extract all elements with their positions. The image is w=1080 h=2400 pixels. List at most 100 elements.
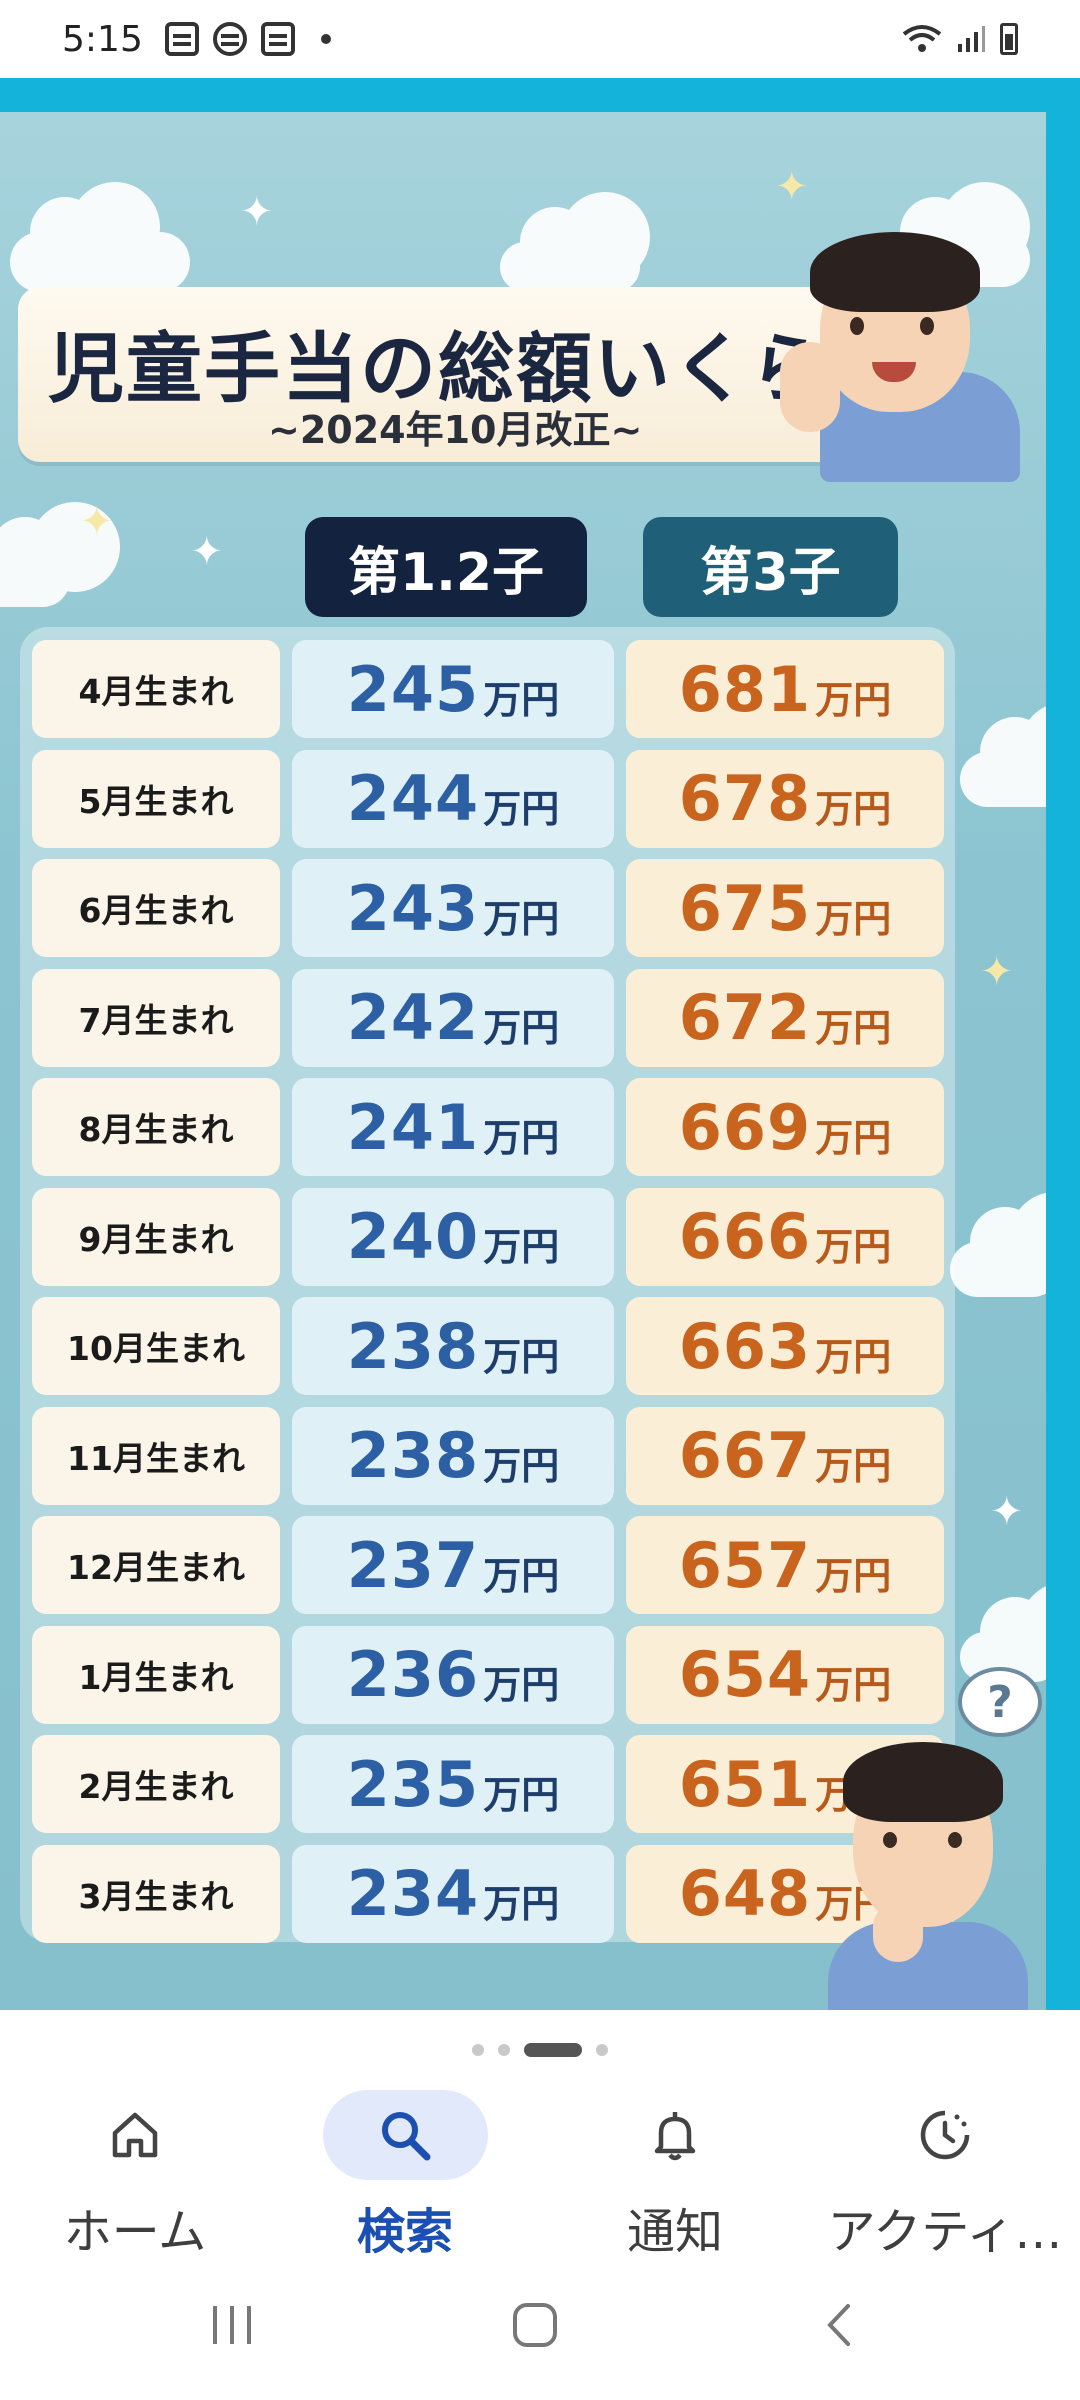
month-cell: 11月生まれ [32, 1406, 280, 1505]
third-child-amount: 667 [678, 1419, 812, 1492]
third-child-cell: 678 万円 [626, 749, 944, 848]
month-label: 11月生まれ [67, 1438, 245, 1478]
month-cell: 4月生まれ [32, 640, 280, 738]
poster-subtitle: ~2024年10月改正~ [268, 408, 643, 452]
nav-home[interactable]: ホーム [0, 2090, 270, 2270]
first-second-child-cell: 238 万円 [292, 1406, 614, 1505]
first-second-child-amount: 238 [346, 1309, 480, 1383]
table-row: 11月生まれ 238 万円 667 万円 [32, 1406, 944, 1505]
table-row: 7月生まれ 242 万円 672 万円 [32, 968, 944, 1067]
more-notifications-icon [320, 34, 331, 44]
third-child-amount: 651 [678, 1747, 812, 1821]
amount-unit: 万円 [815, 1115, 892, 1160]
pager-dot [472, 2044, 484, 2056]
month-cell: 8月生まれ [32, 1078, 280, 1176]
home-icon [112, 2112, 158, 2158]
nav-activity-label: アクティ… [827, 2204, 1063, 2260]
recent-apps-button[interactable] [192, 2290, 272, 2360]
cloud-decoration [0, 502, 120, 607]
month-label: 6月生まれ [78, 891, 234, 930]
cloud-decoration [960, 702, 1046, 807]
month-cell: 3月生まれ [32, 1844, 280, 1943]
third-child-amount: 666 [678, 1200, 812, 1273]
third-child-amount: 669 [678, 1090, 812, 1164]
month-label: 1月生まれ [78, 1657, 234, 1697]
sparkle-icon: ✦ [980, 949, 1014, 995]
search-icon [382, 2112, 431, 2161]
first-second-child-amount: 245 [346, 652, 480, 726]
bottom-navigation: ホーム 検索 通知 アクティ… [0, 2090, 1080, 2270]
pager-dot [596, 2044, 608, 2056]
allowance-poster[interactable]: ✦ ✦ ✦ ✦ ✦ ✦ 児童手当の総額いくら ~2024年10月改正~ 第1.2… [0, 112, 1046, 2010]
third-child-amount: 672 [678, 981, 812, 1054]
month-cell: 9月生まれ [32, 1187, 280, 1286]
first-second-child-amount: 235 [346, 1747, 480, 1821]
amount-unit: 万円 [483, 1006, 560, 1050]
third-child-amount: 654 [678, 1638, 812, 1711]
month-label: 2月生まれ [78, 1767, 234, 1806]
first-second-child-cell: 236 万円 [292, 1625, 614, 1724]
third-child-amount: 681 [678, 652, 812, 726]
first-second-child-cell: 241 万円 [292, 1078, 614, 1176]
first-second-child-cell: 245 万円 [292, 640, 614, 738]
month-cell: 1月生まれ [32, 1625, 280, 1724]
home-button[interactable] [495, 2290, 575, 2360]
cloud-decoration [10, 182, 190, 292]
back-button[interactable] [800, 2290, 880, 2360]
third-child-cell: 681 万円 [626, 640, 944, 738]
system-navigation-bar [0, 2270, 1080, 2400]
pager-dot [498, 2044, 510, 2056]
first-second-child-amount: 242 [346, 981, 480, 1054]
first-second-child-cell: 244 万円 [292, 749, 614, 848]
third-child-cell: 663 万円 [626, 1297, 944, 1395]
month-label: 8月生まれ [78, 1110, 234, 1149]
first-second-child-amount: 241 [346, 1090, 480, 1164]
table-row: 4月生まれ 245 万円 681 万円 [32, 640, 944, 738]
activity-icon [920, 2110, 970, 2160]
nav-home-label: ホーム [63, 2204, 207, 2260]
image-pager[interactable] [0, 2010, 1080, 2090]
amount-unit: 万円 [483, 1882, 560, 1926]
table-row: 10月生まれ 238 万円 663 万円 [32, 1297, 944, 1395]
month-label: 10月生まれ [67, 1329, 245, 1368]
table-row: 3月生まれ 234 万円 648 万円 [32, 1844, 944, 1943]
amount-unit: 万円 [815, 896, 892, 941]
nav-search[interactable]: 検索 [270, 2090, 540, 2270]
first-second-child-cell: 235 万円 [292, 1735, 614, 1833]
notification-news-icon [164, 22, 199, 56]
amount-unit: 万円 [815, 1663, 892, 1707]
amount-unit: 万円 [483, 1225, 560, 1269]
month-cell: 5月生まれ [32, 749, 280, 848]
first-second-child-cell: 234 万円 [292, 1844, 614, 1943]
third-child-cell: 672 万円 [626, 968, 944, 1067]
nav-notifications-label: 通知 [626, 2204, 723, 2260]
cloud-decoration [950, 1192, 1046, 1297]
amount-unit: 万円 [483, 896, 560, 941]
amount-unit: 万円 [483, 1115, 560, 1160]
nav-notifications[interactable]: 通知 [540, 2090, 810, 2270]
sparkle-icon: ✦ [240, 189, 274, 235]
first-second-child-cell: 237 万円 [292, 1516, 614, 1614]
month-label: 7月生まれ [78, 1000, 234, 1040]
question-mark-icon: ? [987, 1676, 1013, 1728]
first-second-child-amount: 236 [346, 1638, 480, 1711]
third-child-amount: 678 [678, 762, 812, 835]
table-row: 8月生まれ 241 万円 669 万円 [32, 1078, 944, 1176]
signal-icon [958, 26, 985, 52]
column-header-third-child: 第3子 [643, 517, 898, 617]
amount-unit: 万円 [815, 1444, 892, 1488]
month-label: 9月生まれ [78, 1219, 234, 1259]
table-row: 5月生まれ 244 万円 678 万円 [32, 749, 944, 848]
month-cell: 2月生まれ [32, 1735, 280, 1833]
amount-unit: 万円 [483, 1663, 560, 1707]
table-row: 9月生まれ 240 万円 666 万円 [32, 1187, 944, 1286]
status-bar: 5:15 [0, 0, 1080, 78]
first-second-child-amount: 240 [346, 1200, 480, 1273]
home-square-icon [513, 2303, 557, 2347]
sparkle-icon: ✦ [990, 1489, 1024, 1535]
third-child-cell: 675 万円 [626, 859, 944, 957]
nav-activity[interactable]: アクティ… [810, 2090, 1080, 2270]
amount-unit: 万円 [483, 677, 560, 722]
sparkle-icon: ✦ [80, 499, 114, 545]
month-label: 4月生まれ [78, 672, 234, 711]
